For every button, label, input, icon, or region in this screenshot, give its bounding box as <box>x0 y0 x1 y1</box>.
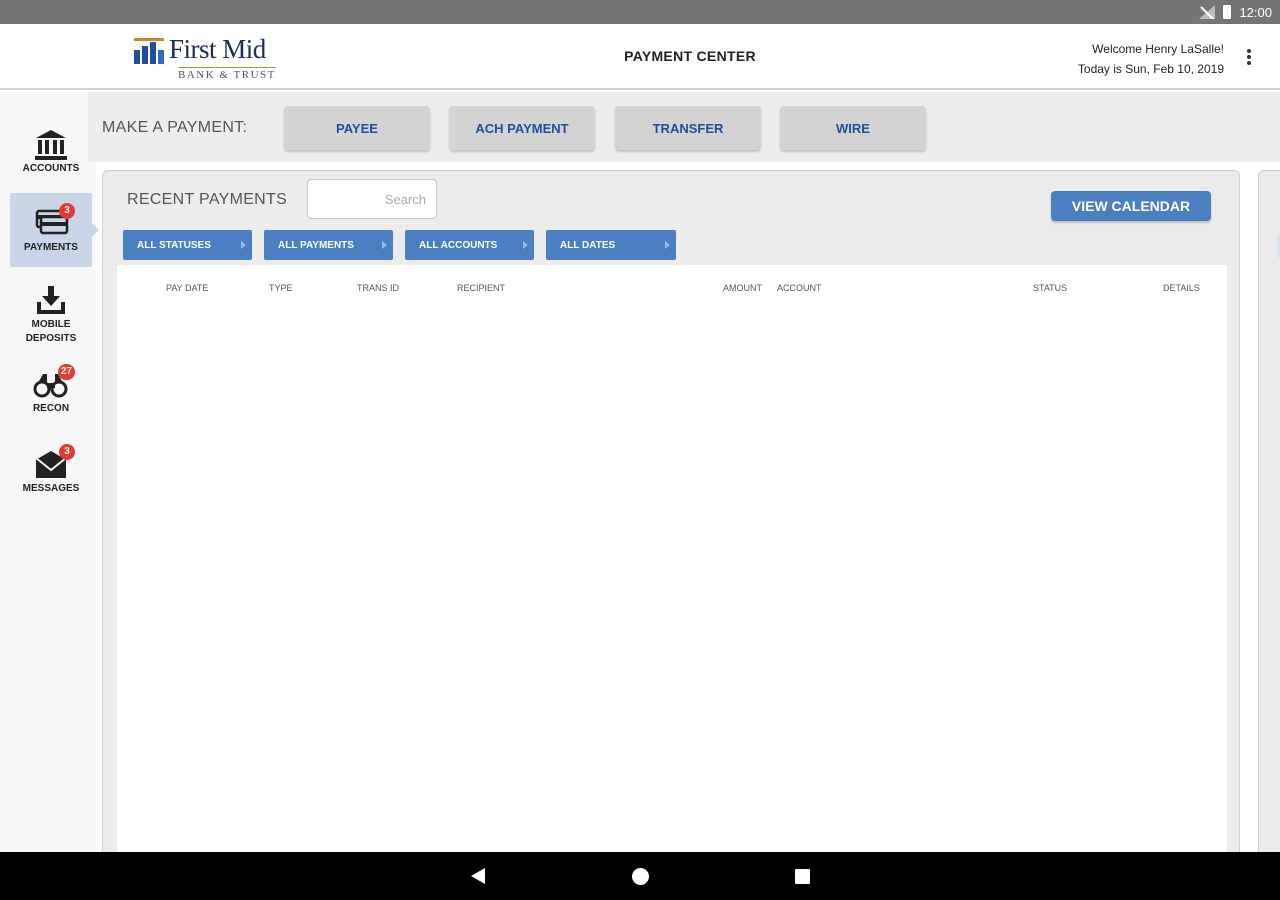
column-header-pay-date[interactable]: PAY DATE <box>166 283 208 293</box>
messages-badge: 3 <box>59 444 75 460</box>
sidebar: ACCOUNTS 3 PAYMENTS MOBILE DEPOSITS 27 R… <box>0 92 99 852</box>
side-panel-edge <box>1258 170 1280 860</box>
transfer-button[interactable]: TRANSFER <box>615 106 761 150</box>
bank-icon <box>33 128 69 162</box>
date-filter-label: ALL DATES <box>560 239 616 251</box>
view-calendar-button[interactable]: VIEW CALENDAR <box>1051 191 1211 221</box>
brand-logo: First Mid BANK & TRUST <box>134 34 294 82</box>
sidebar-item-messages[interactable]: 3 MESSAGES <box>10 444 92 496</box>
status-time: 12:00 <box>1239 4 1272 20</box>
recent-payments-title: RECENT PAYMENTS <box>127 191 288 208</box>
app-header: First Mid BANK & TRUST PAYMENT CENTER We… <box>0 24 1280 90</box>
recents-icon[interactable] <box>795 869 810 884</box>
payments-table: PAY DATE TYPE TRANS ID RECIPIENT AMOUNT … <box>117 265 1227 865</box>
sidebar-item-accounts[interactable]: ACCOUNTS <box>10 128 92 180</box>
make-payment-bar: MAKE A PAYMENT: PAYEE ACH PAYMENT TRANSF… <box>88 92 1280 162</box>
page-title: PAYMENT CENTER <box>624 48 756 64</box>
search-input[interactable] <box>307 179 437 219</box>
column-header-account[interactable]: ACCOUNT <box>777 283 822 293</box>
logo-bars-icon <box>134 38 164 64</box>
make-payment-label: MAKE A PAYMENT: <box>102 119 248 136</box>
recon-badge: 27 <box>57 364 75 380</box>
cards-icon: 3 <box>33 203 75 241</box>
filter-bar: ALL STATUSES ALL PAYMENTS ALL ACCOUNTS A… <box>123 230 676 260</box>
sidebar-item-recon[interactable]: 27 RECON <box>10 364 92 416</box>
status-bar: 12:00 <box>0 0 1280 24</box>
download-tray-icon <box>33 284 69 318</box>
overflow-menu-icon[interactable] <box>1246 49 1252 67</box>
caret-right-icon <box>241 241 246 249</box>
sidebar-item-label: MESSAGES <box>22 483 80 494</box>
column-header-type[interactable]: TYPE <box>269 283 293 293</box>
signal-icon <box>1199 5 1216 20</box>
wire-button[interactable]: WIRE <box>780 106 926 150</box>
column-header-details[interactable]: DETAILS <box>1163 283 1200 293</box>
account-filter-label: ALL ACCOUNTS <box>419 239 498 251</box>
envelope-icon: 3 <box>33 444 75 482</box>
ach-payment-button[interactable]: ACH PAYMENT <box>449 106 595 150</box>
brand-subtitle: BANK & TRUST <box>178 67 276 81</box>
payments-badge: 3 <box>59 203 75 219</box>
sidebar-item-mobile-deposits[interactable]: MOBILE DEPOSITS <box>10 284 92 344</box>
sidebar-item-payments[interactable]: 3 PAYMENTS <box>10 193 99 267</box>
caret-right-icon <box>665 241 670 249</box>
column-header-trans-id[interactable]: TRANS ID <box>357 283 399 293</box>
column-header-amount[interactable]: AMOUNT <box>723 283 762 293</box>
system-nav-bar <box>0 852 1280 900</box>
status-filter-label: ALL STATUSES <box>137 239 211 251</box>
status-filter[interactable]: ALL STATUSES <box>123 230 252 260</box>
welcome-text: Welcome Henry LaSalle! <box>1092 42 1224 56</box>
payment-type-filter-label: ALL PAYMENTS <box>278 239 354 251</box>
sidebar-item-label: MOBILE <box>31 319 71 330</box>
caret-right-icon <box>523 241 528 249</box>
brand-name: First Mid <box>169 34 266 64</box>
status-icons: 12:00 <box>1199 4 1272 20</box>
sidebar-item-label: ACCOUNTS <box>22 163 80 174</box>
sidebar-item-label: PAYMENTS <box>24 242 78 253</box>
home-icon[interactable] <box>632 868 649 885</box>
column-header-recipient[interactable]: RECIPIENT <box>457 283 505 293</box>
caret-right-icon <box>382 241 387 249</box>
today-date: Today is Sun, Feb 10, 2019 <box>1077 62 1224 76</box>
payee-button[interactable]: PAYEE <box>284 106 430 150</box>
sidebar-item-label-line2: DEPOSITS <box>25 333 77 344</box>
binoculars-icon: 27 <box>33 364 75 402</box>
welcome-block: Welcome Henry LaSalle! Today is Sun, Feb… <box>1078 39 1224 79</box>
sidebar-item-label: RECON <box>32 403 70 414</box>
payment-type-filter[interactable]: ALL PAYMENTS <box>264 230 393 260</box>
battery-icon <box>1223 5 1232 19</box>
back-icon[interactable] <box>471 868 485 884</box>
account-filter[interactable]: ALL ACCOUNTS <box>405 230 534 260</box>
recent-payments-panel: RECENT PAYMENTS VIEW CALENDAR ALL STATUS… <box>102 170 1240 865</box>
date-filter[interactable]: ALL DATES <box>546 230 676 260</box>
column-header-status[interactable]: STATUS <box>1033 283 1067 293</box>
